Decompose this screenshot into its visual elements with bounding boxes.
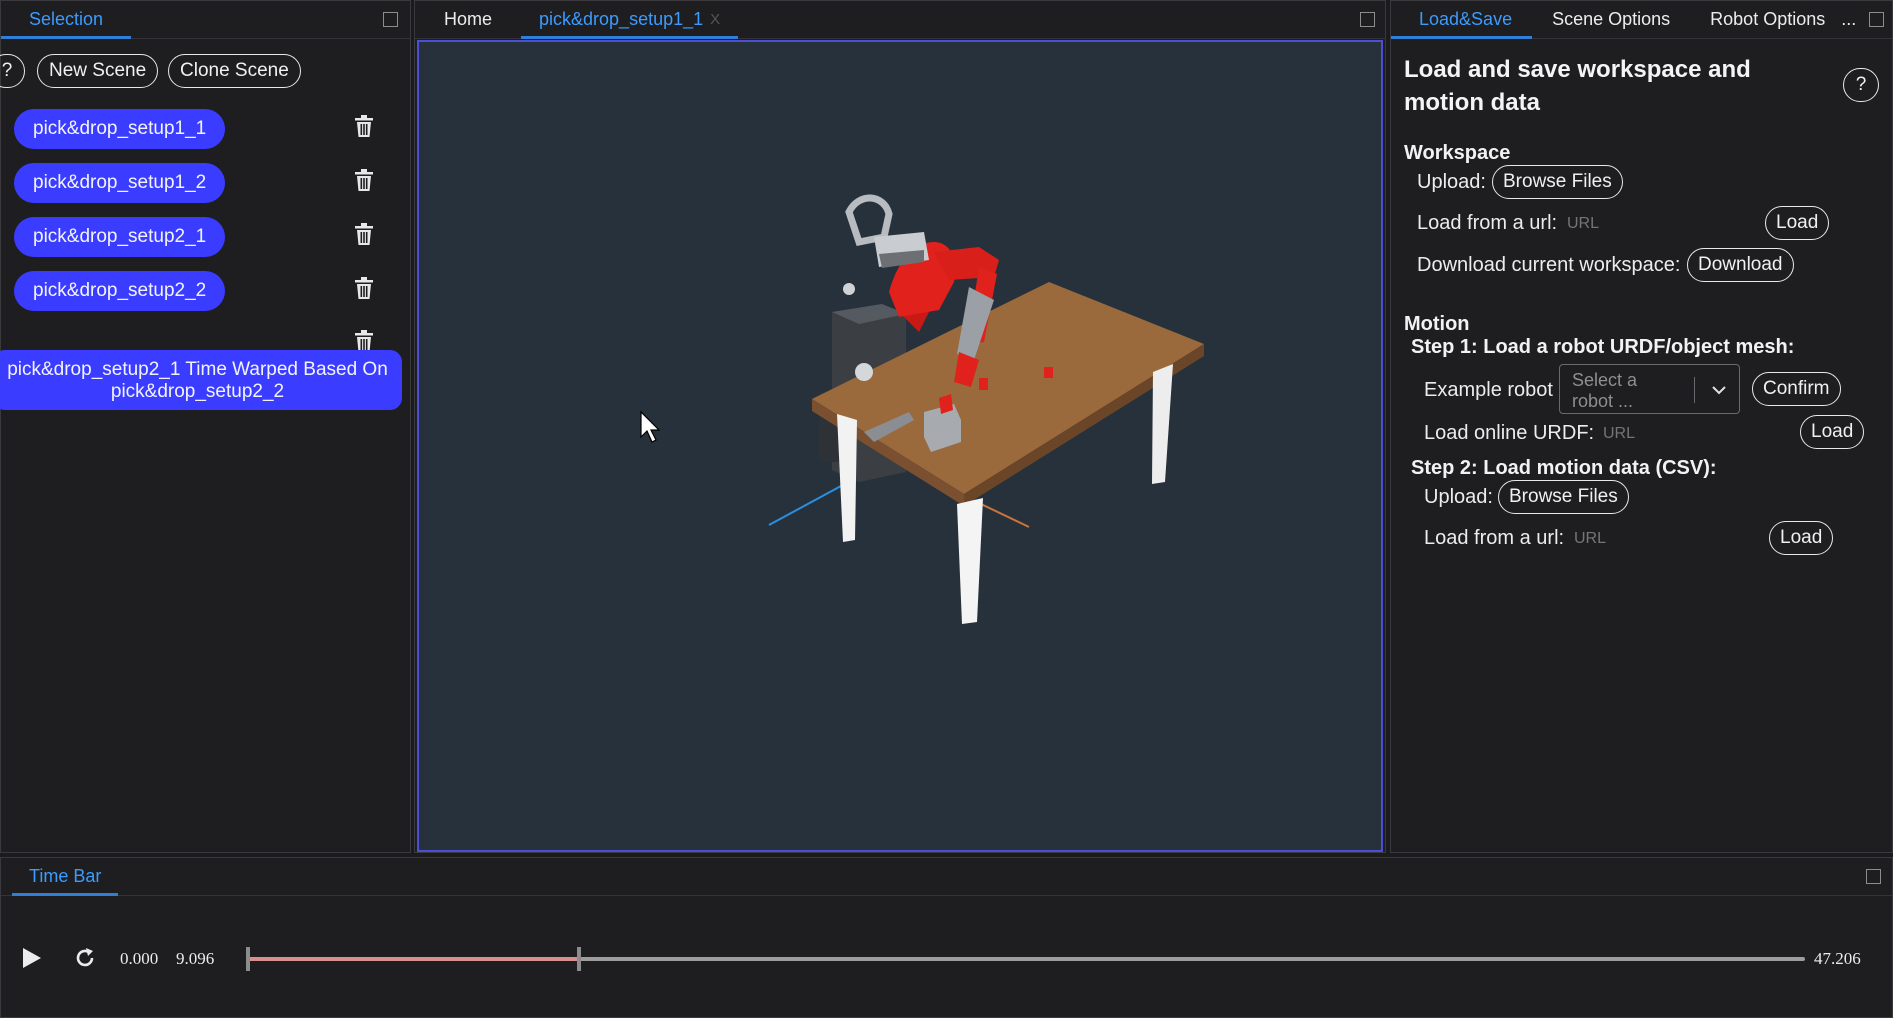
trash-icon[interactable] [353, 222, 375, 246]
help-button[interactable]: ? [1843, 68, 1879, 102]
chevron-down-icon [1712, 386, 1726, 395]
urdf-load-button[interactable]: Load [1800, 415, 1865, 449]
tab-scene-options[interactable]: Scene Options [1532, 1, 1690, 38]
scene-item[interactable]: pick&drop_setup2_1 [14, 217, 226, 257]
timeline-start-handle[interactable] [246, 947, 250, 971]
timeline-handle[interactable] [577, 947, 582, 971]
trash-icon[interactable] [353, 276, 375, 300]
tab-overflow[interactable]: ... [1839, 1, 1858, 38]
new-scene-button[interactable]: New Scene [37, 54, 159, 88]
warped-scene-item[interactable]: pick&drop_setup2_1 Time Warped Based On … [0, 350, 402, 410]
trash-icon[interactable] [353, 168, 375, 192]
viewport-tabbar: Home pick&drop_setup1_1 X [415, 1, 1385, 39]
select-divider [1694, 377, 1695, 403]
panel-title: Load and save workspace and motion data [1404, 56, 1751, 116]
robot-scene-render [640, 194, 1204, 624]
confirm-button[interactable]: Confirm [1752, 372, 1841, 406]
robot-select[interactable]: Select a robot ... [1559, 364, 1740, 414]
timebar-panel: Time Bar 0.000 9.096 47.206 [0, 857, 1893, 1018]
clone-scene-button[interactable]: Clone Scene [168, 54, 301, 88]
tab-scene[interactable]: pick&drop_setup1_1 X [521, 1, 739, 39]
urdf-url-input[interactable] [1603, 423, 1783, 445]
maximize-timebar-icon[interactable] [1866, 869, 1881, 884]
motion-url-input[interactable] [1574, 528, 1754, 550]
robot-select-placeholder: Select a robot ... [1572, 370, 1638, 411]
scene-item[interactable]: pick&drop_setup2_2 [14, 271, 226, 311]
scene-item[interactable]: pick&drop_setup1_1 [14, 109, 226, 149]
selection-panel: Selection ? New Scene Clone Scene pick&d… [0, 0, 411, 853]
online-urdf-label: Load online URDF: [1424, 422, 1595, 444]
timeline-played [247, 957, 580, 961]
options-panel: Load&Save Scene Options Robot Options ..… [1390, 0, 1893, 853]
replay-icon[interactable] [73, 946, 97, 970]
timebar-tabbar: Time Bar [1, 858, 1892, 896]
motion-load-button[interactable]: Load [1769, 521, 1834, 555]
workspace-browse-button[interactable]: Browse Files [1492, 165, 1623, 199]
options-tabbar: Load&Save Scene Options Robot Options ..… [1391, 1, 1892, 39]
tab-scene-label: pick&drop_setup1_1 [539, 9, 704, 29]
play-icon[interactable] [22, 947, 42, 969]
workspace-load-button[interactable]: Load [1765, 206, 1830, 240]
maximize-viewport-icon[interactable] [1360, 12, 1375, 27]
motion-upload-label: Upload: [1424, 486, 1493, 508]
maximize-options-icon[interactable] [1869, 12, 1884, 27]
tab-load-save[interactable]: Load&Save [1391, 1, 1533, 39]
maximize-selection-icon[interactable] [383, 12, 398, 27]
help-button[interactable]: ? [0, 54, 25, 88]
tab-selection[interactable]: Selection [1, 1, 132, 39]
tab-time-bar[interactable]: Time Bar [12, 858, 119, 896]
start-time: 0.000 [120, 949, 159, 968]
end-time: 47.206 [1814, 949, 1861, 968]
motion-browse-button[interactable]: Browse Files [1498, 480, 1629, 514]
workspace-upload-label: Upload: [1417, 171, 1486, 193]
download-button[interactable]: Download [1687, 248, 1794, 282]
step1-heading: Step 1: Load a robot URDF/object mesh: [1411, 336, 1795, 358]
motion-url-label: Load from a url: [1424, 527, 1565, 549]
tab-home[interactable]: Home [415, 1, 521, 38]
tab-robot-options[interactable]: Robot Options [1690, 1, 1839, 38]
viewport-3d[interactable] [417, 40, 1383, 852]
motion-heading: Motion [1404, 313, 1470, 335]
workspace-url-label: Load from a url: [1417, 212, 1558, 234]
step2-heading: Step 2: Load motion data (CSV): [1411, 457, 1717, 479]
scene-item[interactable]: pick&drop_setup1_2 [14, 163, 226, 203]
workspace-heading: Workspace [1404, 142, 1511, 164]
selection-tabbar: Selection [1, 1, 410, 39]
download-workspace-label: Download current workspace: [1417, 254, 1681, 276]
trash-icon[interactable] [353, 114, 375, 138]
workspace-url-input[interactable] [1567, 213, 1767, 235]
close-icon[interactable]: X [710, 11, 720, 28]
timeline-slider[interactable] [246, 947, 1805, 971]
viewport-panel: Home pick&drop_setup1_1 X [414, 0, 1386, 853]
example-robot-label: Example robot [1424, 379, 1553, 401]
current-time: 9.096 [176, 949, 215, 968]
